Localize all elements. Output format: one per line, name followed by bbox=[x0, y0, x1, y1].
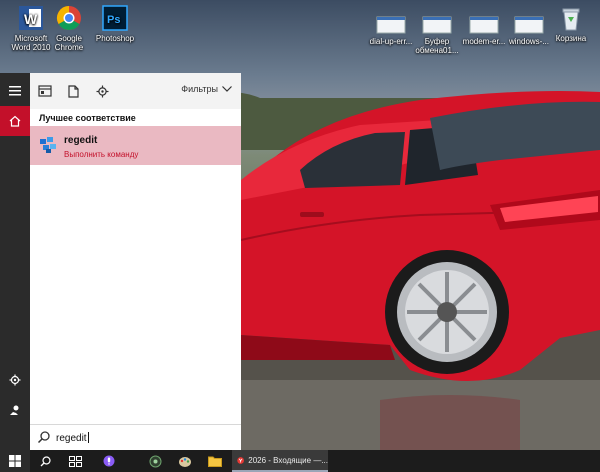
chrome-icon bbox=[55, 4, 83, 32]
taskbar-search-button[interactable] bbox=[32, 450, 58, 472]
regedit-icon bbox=[39, 136, 57, 154]
home-button[interactable] bbox=[0, 106, 30, 136]
search-input[interactable]: regedit bbox=[56, 432, 89, 444]
task-view-icon bbox=[68, 455, 82, 467]
search-icon bbox=[37, 431, 50, 444]
paint-app-icon bbox=[179, 456, 191, 467]
search-input-value: regedit bbox=[56, 433, 87, 444]
desktop-icon-label: обмена01... bbox=[415, 46, 459, 55]
windows-logo-icon bbox=[9, 455, 21, 467]
search-scope-toolbar: Фильтры bbox=[30, 73, 241, 109]
yandex-browser-icon bbox=[237, 456, 244, 464]
desktop-icon-photoshop[interactable]: Ps Photoshop bbox=[84, 4, 146, 43]
desktop-icon-label: Chrome bbox=[54, 43, 84, 52]
gear-icon bbox=[9, 374, 21, 386]
folder-icon bbox=[208, 456, 222, 467]
screenshot-file-icon bbox=[469, 16, 499, 34]
start-menu-rail bbox=[0, 73, 30, 450]
feedback-icon bbox=[10, 405, 19, 415]
svg-text:Ps: Ps bbox=[107, 14, 120, 26]
document-icon bbox=[67, 84, 79, 98]
best-match-heading: Лучшее соответствие bbox=[39, 113, 136, 123]
screenshot-file-icon bbox=[422, 16, 452, 34]
home-icon bbox=[9, 115, 21, 127]
task-view-button[interactable] bbox=[62, 450, 88, 472]
expand-menu-button[interactable] bbox=[0, 76, 30, 106]
search-icon bbox=[40, 455, 51, 466]
apps-scope-icon bbox=[38, 85, 52, 97]
documents-scope-button[interactable] bbox=[65, 83, 81, 99]
voice-assistant-icon bbox=[103, 455, 115, 467]
taskbar-file-explorer-button[interactable] bbox=[202, 450, 228, 472]
text-caret bbox=[87, 432, 89, 443]
screenshot-file-icon bbox=[514, 16, 544, 34]
chevron-down-icon bbox=[222, 86, 232, 92]
result-title: regedit bbox=[64, 135, 98, 146]
desktop-icon-label: Photoshop bbox=[95, 34, 135, 43]
start-button[interactable] bbox=[0, 450, 30, 472]
recycle-bin-icon bbox=[557, 4, 585, 32]
svg-text:W: W bbox=[24, 11, 38, 27]
desktop-icon-label: Корзина bbox=[555, 34, 587, 43]
hamburger-icon bbox=[9, 86, 21, 96]
apps-scope-button[interactable] bbox=[37, 83, 53, 99]
feedback-button[interactable] bbox=[0, 395, 30, 425]
taskbar-assistant-button[interactable] bbox=[96, 450, 122, 472]
gear-icon bbox=[96, 85, 108, 97]
start-search-box[interactable]: regedit bbox=[30, 424, 241, 450]
taskbar-app-button[interactable] bbox=[142, 450, 168, 472]
filters-label: Фильтры bbox=[181, 84, 218, 94]
taskbar-window-title: 2026 - Входящие —... bbox=[248, 455, 328, 465]
taskbar-app-button[interactable] bbox=[172, 450, 198, 472]
web-scope-button[interactable] bbox=[94, 83, 110, 99]
taskbar: 2026 - Входящие —... bbox=[0, 450, 600, 472]
start-search-panel: Фильтры Лучшее соответствие regedit Выпо… bbox=[30, 73, 241, 450]
screenshot-file-icon bbox=[376, 16, 406, 34]
filters-dropdown[interactable]: Фильтры bbox=[181, 84, 232, 94]
taskbar-browser-window[interactable]: 2026 - Входящие —... bbox=[232, 450, 328, 472]
settings-button[interactable] bbox=[0, 365, 30, 395]
result-subtitle: Выполнить команду bbox=[64, 150, 139, 159]
desktop-icon-recycle-bin[interactable]: Корзина bbox=[542, 4, 600, 43]
best-match-result[interactable]: regedit Выполнить команду bbox=[30, 126, 241, 165]
settings-app-icon bbox=[149, 455, 161, 467]
photoshop-icon: Ps bbox=[101, 4, 129, 32]
